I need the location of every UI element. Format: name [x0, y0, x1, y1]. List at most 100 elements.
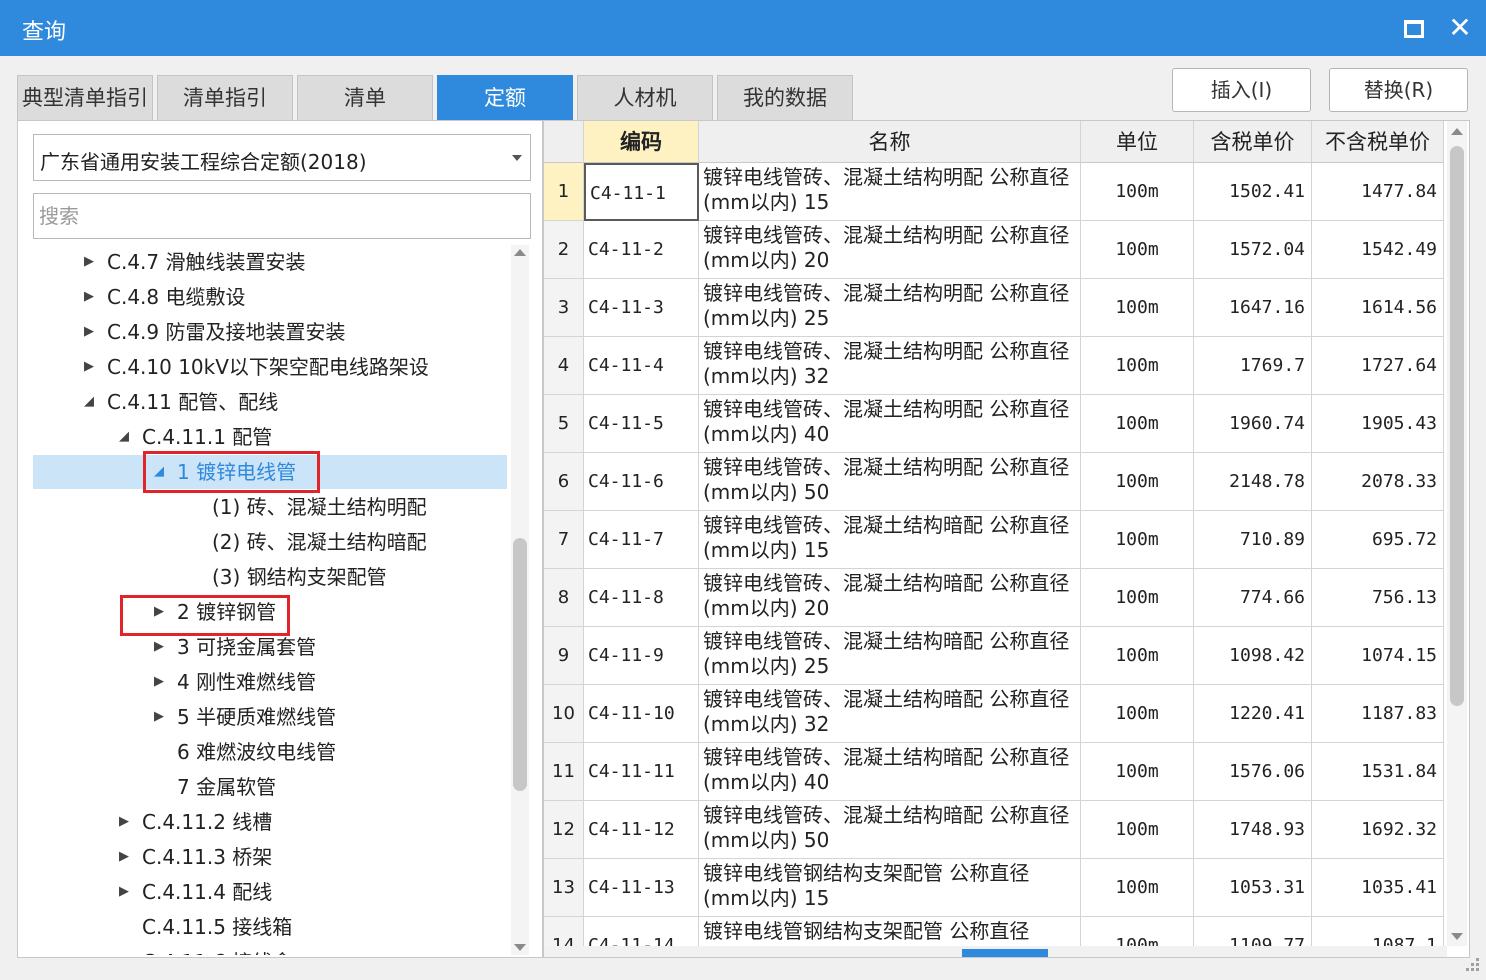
table-row[interactable]: 10 C4-11-10 镀锌电线管砖、混凝土结构暗配 公称直径(mm以内) 32 10…: [544, 685, 1444, 743]
cell-price-notax[interactable]: 1692.32: [1312, 801, 1444, 859]
cell-price-tax[interactable]: 1960.74: [1194, 395, 1312, 453]
table-row[interactable]: 6 C4-11-6 镀锌电线管砖、混凝土结构明配 公称直径(mm以内) 50 100m…: [544, 453, 1444, 511]
cell-price-notax[interactable]: 1087.1: [1312, 917, 1444, 946]
cell-code[interactable]: C4-11-6: [584, 453, 699, 511]
table-row[interactable]: 11 C4-11-11 镀锌电线管砖、混凝土结构暗配 公称直径(mm以内) 40 10…: [544, 743, 1444, 801]
table-hscrollbar[interactable]: [544, 946, 1447, 957]
tree-node[interactable]: (2) 砖、混凝土结构暗配: [33, 525, 507, 559]
row-number[interactable]: 7: [544, 511, 584, 569]
row-number[interactable]: 6: [544, 453, 584, 511]
table-row[interactable]: 13 C4-11-13 镀锌电线管钢结构支架配管 公称直径(mm以内) 15 100m…: [544, 859, 1444, 917]
cell-name[interactable]: 镀锌电线管砖、混凝土结构明配 公称直径(mm以内) 15: [699, 163, 1081, 221]
header-name[interactable]: 名称: [699, 121, 1081, 163]
table-row[interactable]: 5 C4-11-5 镀锌电线管砖、混凝土结构明配 公称直径(mm以内) 40 100m…: [544, 395, 1444, 453]
row-number[interactable]: 14: [544, 917, 584, 946]
cell-code[interactable]: C4-11-3: [584, 279, 699, 337]
cell-name[interactable]: 镀锌电线管砖、混凝土结构暗配 公称直径(mm以内) 32: [699, 685, 1081, 743]
table-row[interactable]: 12 C4-11-12 镀锌电线管砖、混凝土结构暗配 公称直径(mm以内) 50 10…: [544, 801, 1444, 859]
tree-node[interactable]: ▶ C.4.10 10kV以下架空配电线路架设: [33, 350, 507, 384]
header-code[interactable]: 编码: [584, 121, 699, 163]
table-row[interactable]: 3 C4-11-3 镀锌电线管砖、混凝土结构明配 公称直径(mm以内) 25 100m…: [544, 279, 1444, 337]
cell-unit[interactable]: 100m: [1081, 337, 1194, 395]
cell-price-notax[interactable]: 756.13: [1312, 569, 1444, 627]
cell-unit[interactable]: 100m: [1081, 685, 1194, 743]
cell-price-notax[interactable]: 1542.49: [1312, 221, 1444, 279]
tree-node[interactable]: ▶ 3 可挠金属套管: [33, 630, 507, 664]
cell-name[interactable]: 镀锌电线管砖、混凝土结构明配 公称直径(mm以内) 20: [699, 221, 1081, 279]
collapse-arrow-icon[interactable]: ◢: [81, 385, 97, 419]
cell-price-notax[interactable]: 695.72: [1312, 511, 1444, 569]
cell-unit[interactable]: 100m: [1081, 511, 1194, 569]
tab-bill[interactable]: 清单: [297, 75, 433, 120]
table-row[interactable]: 9 C4-11-9 镀锌电线管砖、混凝土结构暗配 公称直径(mm以内) 25 100m…: [544, 627, 1444, 685]
tree-node[interactable]: ◢ C.4.11 配管、配线: [33, 385, 507, 419]
cell-code[interactable]: C4-11-2: [584, 221, 699, 279]
expand-arrow-icon[interactable]: ▶: [116, 840, 132, 874]
cell-price-notax[interactable]: 1074.15: [1312, 627, 1444, 685]
cell-code[interactable]: C4-11-11: [584, 743, 699, 801]
scroll-up-icon[interactable]: [514, 249, 526, 256]
row-number[interactable]: 3: [544, 279, 584, 337]
cell-name[interactable]: 镀锌电线管钢结构支架配管 公称直径: [699, 917, 1081, 946]
expand-arrow-icon[interactable]: ▶: [81, 245, 97, 279]
table-vscrollbar[interactable]: [1447, 121, 1467, 946]
table-row[interactable]: 7 C4-11-7 镀锌电线管砖、混凝土结构暗配 公称直径(mm以内) 15 100m…: [544, 511, 1444, 569]
tab-bill-guide[interactable]: 清单指引: [157, 75, 293, 120]
expand-arrow-icon[interactable]: ▶: [81, 315, 97, 349]
cell-price-tax[interactable]: 1769.7: [1194, 337, 1312, 395]
close-icon[interactable]: ✕: [1442, 10, 1478, 46]
cell-price-tax[interactable]: 1098.42: [1194, 627, 1312, 685]
cell-code[interactable]: C4-11-12: [584, 801, 699, 859]
cell-price-tax[interactable]: 1220.41: [1194, 685, 1312, 743]
cell-price-tax[interactable]: 1576.06: [1194, 743, 1312, 801]
table-row[interactable]: 8 C4-11-8 镀锌电线管砖、混凝土结构暗配 公称直径(mm以内) 20 100m…: [544, 569, 1444, 627]
header-price-notax[interactable]: 不含税单价: [1312, 121, 1444, 163]
cell-name[interactable]: 镀锌电线管钢结构支架配管 公称直径(mm以内) 15: [699, 859, 1081, 917]
row-number[interactable]: 4: [544, 337, 584, 395]
tab-typical-bill-guide[interactable]: 典型清单指引: [17, 75, 153, 120]
tree-node[interactable]: (3) 钢结构支架配管: [33, 560, 507, 594]
expand-arrow-icon[interactable]: ▶: [151, 700, 167, 734]
chevron-down-icon[interactable]: [512, 155, 522, 161]
expand-arrow-icon[interactable]: ▶: [116, 805, 132, 839]
cell-code[interactable]: C4-11-1: [584, 163, 699, 221]
cell-price-notax[interactable]: 1531.84: [1312, 743, 1444, 801]
row-number[interactable]: 5: [544, 395, 584, 453]
tree-node[interactable]: C.4.11.6 接线盒: [33, 945, 507, 955]
table-row[interactable]: 2 C4-11-2 镀锌电线管砖、混凝土结构明配 公称直径(mm以内) 20 100m…: [544, 221, 1444, 279]
cell-price-notax[interactable]: 1187.83: [1312, 685, 1444, 743]
scroll-down-icon[interactable]: [514, 944, 526, 951]
cell-code[interactable]: C4-11-4: [584, 337, 699, 395]
tree-node[interactable]: ▶ 4 刚性难燃线管: [33, 665, 507, 699]
row-number[interactable]: 9: [544, 627, 584, 685]
scroll-down-icon[interactable]: [1451, 933, 1463, 940]
tree-node[interactable]: ◢ 1 镀锌电线管: [33, 455, 507, 489]
tree-node[interactable]: ▶ C.4.9 防雷及接地装置安装: [33, 315, 507, 349]
cell-price-notax[interactable]: 1035.41: [1312, 859, 1444, 917]
maximize-icon[interactable]: [1396, 10, 1432, 46]
tree-node[interactable]: ◢ C.4.11.1 配管: [33, 420, 507, 454]
tree-node[interactable]: (1) 砖、混凝土结构明配: [33, 490, 507, 524]
cell-unit[interactable]: 100m: [1081, 221, 1194, 279]
search-input[interactable]: [33, 193, 531, 239]
table-hscroll-thumb[interactable]: [962, 949, 1048, 957]
cell-code[interactable]: C4-11-13: [584, 859, 699, 917]
cell-price-tax[interactable]: 1572.04: [1194, 221, 1312, 279]
row-number[interactable]: 8: [544, 569, 584, 627]
row-number[interactable]: 1: [544, 163, 584, 221]
row-number[interactable]: 13: [544, 859, 584, 917]
tree-node[interactable]: ▶ C.4.11.4 配线: [33, 875, 507, 909]
row-number[interactable]: 12: [544, 801, 584, 859]
tree-node[interactable]: 7 金属软管: [33, 770, 507, 804]
tree-node[interactable]: ▶ 5 半硬质难燃线管: [33, 700, 507, 734]
tree-node[interactable]: ▶ C.4.11.2 线槽: [33, 805, 507, 839]
row-number[interactable]: 10: [544, 685, 584, 743]
cell-price-notax[interactable]: 1905.43: [1312, 395, 1444, 453]
cell-name[interactable]: 镀锌电线管砖、混凝土结构暗配 公称直径(mm以内) 25: [699, 627, 1081, 685]
cell-name[interactable]: 镀锌电线管砖、混凝土结构暗配 公称直径(mm以内) 20: [699, 569, 1081, 627]
tab-labor-material-machine[interactable]: 人材机: [577, 75, 713, 120]
tree-node[interactable]: C.4.11.5 接线箱: [33, 910, 507, 944]
table-row[interactable]: 4 C4-11-4 镀锌电线管砖、混凝土结构明配 公称直径(mm以内) 32 100m…: [544, 337, 1444, 395]
cell-code[interactable]: C4-11-7: [584, 511, 699, 569]
table-vscroll-thumb[interactable]: [1450, 146, 1464, 706]
